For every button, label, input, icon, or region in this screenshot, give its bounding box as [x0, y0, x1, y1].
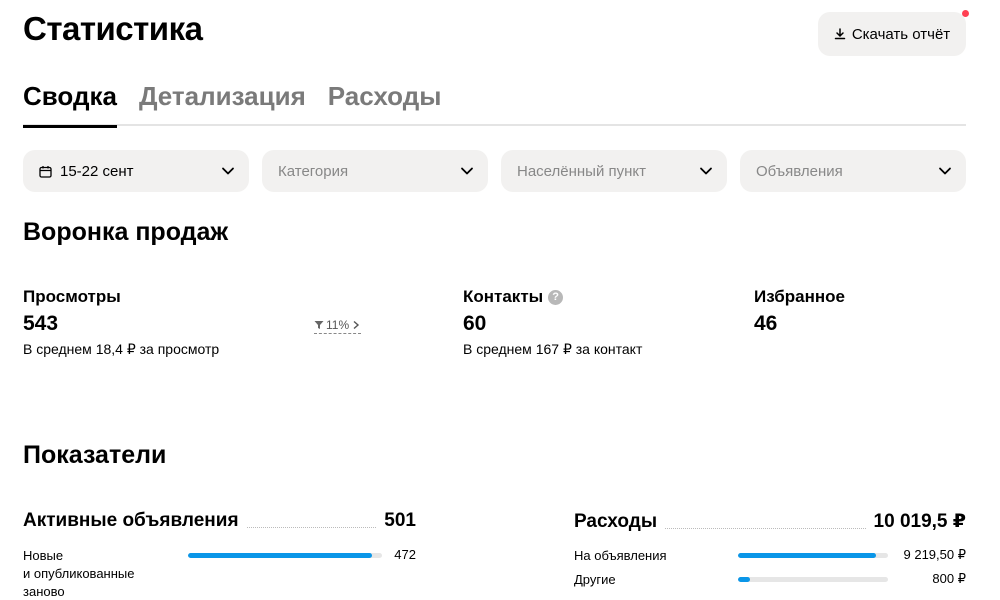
category-select[interactable]: Категория [262, 150, 488, 192]
category-placeholder: Категория [278, 162, 349, 180]
active-ads-row-value: 472 [394, 547, 416, 562]
dotted-leader [665, 528, 866, 529]
favorites-value: 46 [754, 312, 778, 335]
active-ads-bar [188, 553, 382, 558]
views-conversion-link[interactable]: 11% [314, 318, 362, 334]
views-conversion-value: 11% [326, 318, 350, 332]
active-ads-bar-fill [188, 553, 373, 558]
tab-bar: Сводка Детализация Расходы [23, 78, 966, 128]
expenses-label: Расходы [574, 511, 658, 532]
expenses-ads-bar-fill [738, 553, 876, 558]
expenses-other-bar [738, 577, 888, 582]
ads-select[interactable]: Объявления [740, 150, 966, 192]
metric-views: Просмотры 543 В среднем 18,4 ₽ за просмо… [23, 287, 219, 358]
page-title: Статистика [23, 10, 203, 47]
expenses-row-ads: На объявления [574, 547, 667, 565]
expenses-header: Расходы 10 019,5 ₽ [574, 510, 966, 533]
date-range-value: 15-22 сент [60, 162, 134, 180]
expenses-ads-bar [738, 553, 888, 558]
download-report-button[interactable]: Скачать отчёт [818, 10, 969, 56]
expenses-other-label: Другие [574, 572, 616, 587]
views-value: 543 [23, 312, 59, 335]
views-label: Просмотры [23, 287, 121, 306]
notification-dot [962, 10, 969, 17]
tab-expenses[interactable]: Расходы [328, 78, 442, 126]
chevron-down-icon [222, 167, 234, 175]
download-report-label: Скачать отчёт [851, 25, 951, 43]
favorites-label: Избранное [754, 287, 845, 306]
filter-bar: 15-22 сент Категория Населённый пункт Об… [23, 150, 966, 192]
contacts-label: Контакты [463, 287, 544, 306]
funnel-title: Воронка продаж [23, 218, 229, 246]
expenses-row-other: Другие [574, 571, 616, 589]
expenses-ads-value: 9 219,50 ₽ [903, 547, 967, 562]
date-range-select[interactable]: 15-22 сент [23, 150, 249, 192]
download-icon [834, 28, 846, 40]
chevron-down-icon [461, 167, 473, 175]
active-ads-label: Активные объявления [23, 510, 239, 531]
expenses-other-value: 800 ₽ [932, 571, 966, 586]
metric-contacts: Контакты ? 60 В среднем 167 ₽ за контакт [463, 287, 642, 358]
chevron-down-icon [939, 167, 951, 175]
dotted-leader [246, 527, 377, 528]
tab-summary[interactable]: Сводка [23, 78, 117, 128]
row-label-line: заново [23, 584, 65, 599]
location-placeholder: Населённый пункт [517, 162, 647, 180]
metric-favorites: Избранное 46 [754, 287, 845, 336]
active-ads-value: 501 [384, 510, 416, 531]
expenses-other-bar-fill [738, 577, 750, 582]
ads-placeholder: Объявления [756, 162, 843, 180]
views-average: В среднем 18,4 ₽ за просмотр [23, 341, 220, 357]
chevron-right-icon [353, 320, 360, 330]
tab-details[interactable]: Детализация [139, 78, 306, 126]
calendar-icon [39, 165, 52, 178]
contacts-average: В среднем 167 ₽ за контакт [463, 341, 643, 357]
row-label-line: и опубликованные [23, 566, 135, 581]
expenses-value: 10 019,5 ₽ [873, 511, 966, 532]
help-icon[interactable]: ? [548, 289, 564, 305]
contacts-value: 60 [463, 312, 487, 335]
active-ads-row-new: Новые и опубликованные заново [23, 547, 134, 600]
expenses-ads-label: На объявления [574, 548, 667, 563]
row-label-line: Новые [23, 548, 64, 563]
chevron-down-icon [700, 167, 712, 175]
funnel-icon [314, 321, 324, 329]
indicators-title: Показатели [23, 441, 167, 469]
active-ads-header: Активные объявления 501 [23, 510, 416, 532]
location-select[interactable]: Населённый пункт [501, 150, 727, 192]
